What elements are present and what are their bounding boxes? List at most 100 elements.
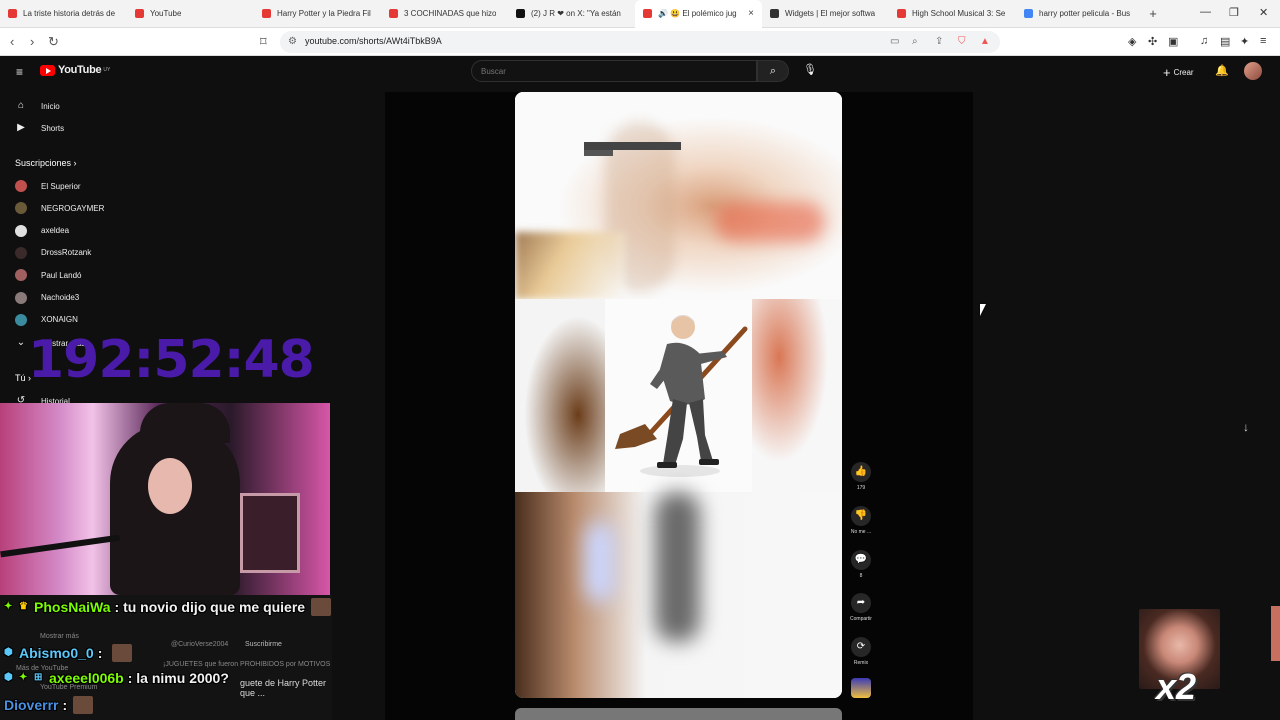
like-count: 179 [856,485,866,491]
youtube-logo[interactable]: YouTube UY [40,64,110,76]
search-box[interactable] [471,60,757,82]
chat-message-text: : [62,697,68,713]
subscriptions-heading[interactable]: Suscripciones › [15,158,77,168]
sidebar-item-subscription[interactable]: DrossRotzank [15,246,91,259]
channel-avatar [15,269,27,282]
remix-button[interactable]: ⟳ Remix [846,637,876,666]
browser-tab[interactable]: YouTube [127,0,254,28]
like-button[interactable]: 👍 179 [846,462,876,491]
chat-username: PhosNaiWa [34,599,111,615]
chat-text: tu novio dijo que me quiere [123,599,306,615]
sidebar-item-subscription[interactable]: NEGROGAYMER [15,202,105,215]
close-window-icon[interactable]: ✕ [1259,6,1268,19]
browser-tab[interactable]: 3 COCHINADAS que hizo [381,0,508,28]
sidebar-item-subscription[interactable]: XONAIGN [15,313,78,326]
share-label: Compartir [850,616,872,622]
browser-tab[interactable]: 🔊 😃 El polémico jug × [635,0,762,28]
cast-icon[interactable]: ▭ [890,36,899,47]
sidebar-item-home[interactable]: ⌂ Inicio [15,100,60,112]
avatar[interactable] [1244,62,1262,80]
sidebar-item-label: NEGROGAYMER [41,203,105,213]
music-icon[interactable]: ♫ [1200,35,1208,47]
chat-emote [311,598,332,616]
chat-message-text: : [97,645,103,661]
sidebar-item-subscription[interactable]: axeldea [15,224,69,237]
browser-tab[interactable]: Harry Potter y la Piedra Fil [254,0,381,28]
menu-icon[interactable]: ≡ [1260,35,1266,47]
bell-icon[interactable]: 🔔 [1215,64,1229,77]
channel-thumbnail[interactable] [851,678,871,698]
sidebar-item-subscription[interactable]: El Superior [15,180,81,192]
back-icon[interactable]: ‹ [10,34,14,49]
rewards-icon[interactable]: ▲ [980,36,990,47]
pip-side-strip [1271,606,1280,661]
sidebar-item-label: Shorts [41,123,65,133]
sidebar-item-subscription[interactable]: Nachoide3 [15,291,79,304]
close-tab-icon[interactable]: × [748,8,754,19]
short-video-player[interactable] [515,92,842,698]
new-tab-button[interactable]: + [1143,6,1163,21]
ghost-video-title: ¡JUGUETES que fueron PROHIBIDOS por MOTI… [163,661,331,668]
hamburger-icon[interactable]: ≡ [16,65,23,79]
remix-icon: ⟳ [851,637,871,657]
ghost-video-title-2: guete de Harry Potter que ... [240,678,327,698]
browser-tab[interactable]: harry potter pelicula - Bus [1016,0,1143,28]
browser-tab[interactable]: Widgets | El mejor softwa [762,0,889,28]
minimize-icon[interactable]: — [1200,6,1211,18]
screenshot-icon[interactable]: ▣ [1168,35,1178,48]
mouse-cursor-icon [980,304,986,316]
cube-icon: ⬢ [4,647,13,658]
youtube-header: ≡ YouTube UY ⌕ 🎙 +Crear 🔔 [0,56,1280,92]
comment-icon: 💬 [851,550,871,570]
tab-label: harry potter pelicula - Bus [1039,9,1131,18]
tabs-container: La triste historia detrás de YouTube Harry… [0,0,1143,28]
puzzle-icon[interactable]: ✣ [1148,35,1157,48]
reload-icon[interactable]: ↻ [48,34,59,50]
next-arrow-icon[interactable]: ↓ [1243,420,1249,434]
ai-icon[interactable]: ✦ [1240,35,1249,48]
sidebar-item-label: Inicio [41,101,60,111]
extension-icon[interactable]: ◈ [1128,35,1136,48]
tab-favicon-icon [389,9,398,18]
forward-icon[interactable]: › [30,34,34,49]
tab-label: High School Musical 3: Se [912,9,1006,18]
video-frame-top [515,92,842,299]
site-info-icon[interactable]: ⚙ [288,36,297,47]
browser-tab[interactable]: (2) J R ❤ on X: "Ya están [508,0,635,28]
url-text[interactable]: youtube.com/shorts/AWt4iTbkB9A [305,36,442,46]
next-short-preview[interactable] [515,708,842,720]
comments-button[interactable]: 💬 8 [846,550,876,579]
chat-username: Dioverrr [4,697,59,713]
chat-message: ✦ ♛ PhosNaiWa : tu novio dijo que me qui… [4,598,332,616]
omnibox[interactable]: ⚙ youtube.com/shorts/AWt4iTbkB9A ▭ ⌕ ⇪ ⛉… [280,31,1000,53]
wallet-icon[interactable]: ▤ [1220,35,1230,48]
streamer-webcam [0,403,330,595]
shield-icon[interactable]: ⛉ [958,36,966,47]
stream-timer: 192:52:48 [28,330,315,390]
tab-favicon-icon [135,9,144,18]
zoom-icon[interactable]: ⌕ [912,36,918,47]
mic-icon[interactable]: 🎙 [803,63,817,76]
thumbs-down-icon: 👎 [851,506,871,526]
share-button[interactable]: ➦ Compartir [846,593,876,622]
search-button[interactable]: ⌕ [757,60,789,82]
sidebar-item-subscription[interactable]: Paul Landó [15,269,81,282]
search-input[interactable] [472,62,756,81]
tab-label: YouTube [150,9,182,18]
sidebar-item-shorts[interactable]: ▶ Shorts [15,122,64,134]
bookmark-icon[interactable]: ⌑ [260,34,267,50]
gift-icon: ⊞ [34,672,43,683]
tab-label: Harry Potter y la Piedra Fil [277,9,371,18]
channel-avatar [15,202,27,215]
tab-label: Widgets | El mejor softwa [785,9,876,18]
browser-tab[interactable]: La triste historia detrás de [0,0,127,28]
chat-badge-icon: ⬢ [4,672,13,683]
maximize-icon[interactable]: ❐ [1229,6,1239,19]
browser-tab[interactable]: High School Musical 3: Se [889,0,1016,28]
chevron-right-icon: › [73,158,77,168]
dislike-button[interactable]: 👎 No me ... [846,506,876,535]
share-icon[interactable]: ⇪ [935,36,943,47]
tab-label: 3 COCHINADAS que hizo [404,9,497,18]
create-button[interactable]: + Crear [1163,65,1194,80]
chat-message: ⬢ ✦ ⊞ axeeel006b : la nimu 2000? [4,670,229,686]
